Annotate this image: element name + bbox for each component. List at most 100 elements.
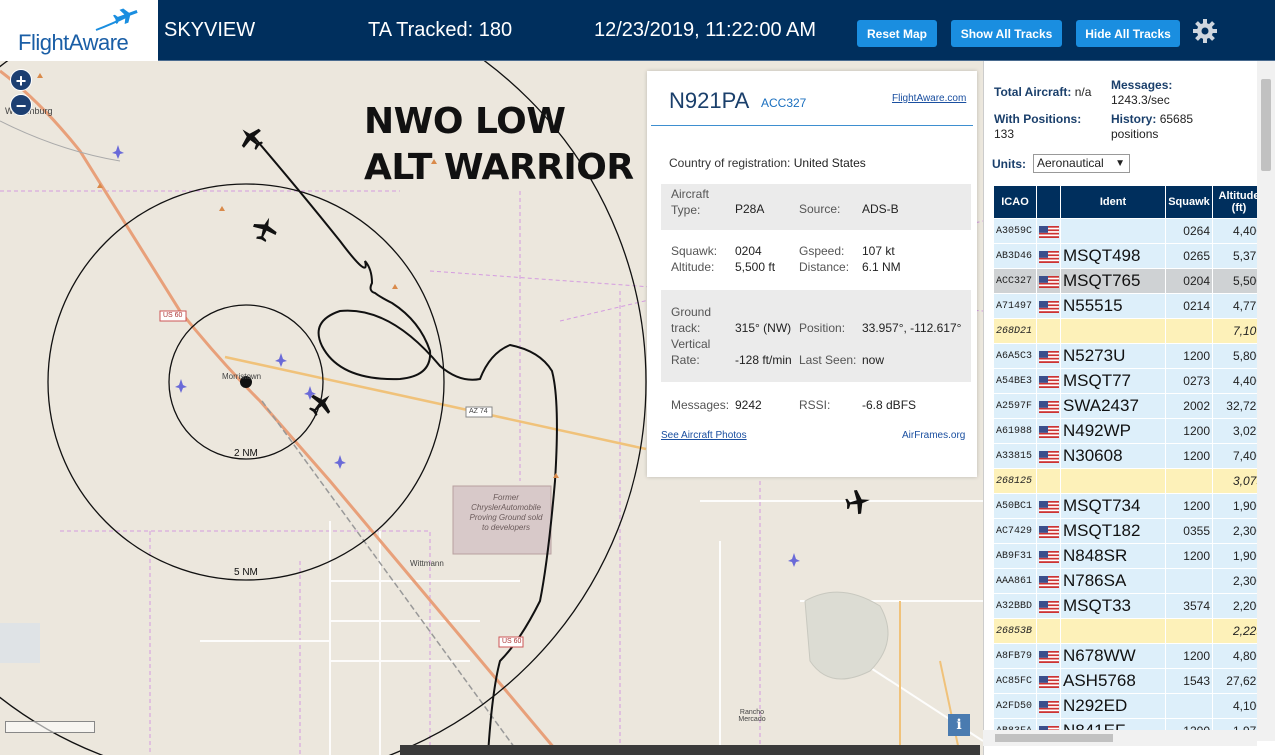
squawk-label: Squawk:: [671, 244, 718, 258]
reset-map-button[interactable]: Reset Map: [857, 20, 937, 47]
table-row[interactable]: A50BC1 MSQT734 1200 1,900: [994, 494, 1261, 518]
flag-cell: [1037, 494, 1060, 518]
table-row[interactable]: A33815 N30608 1200 7,400: [994, 444, 1261, 468]
messages-label: Messages:: [671, 398, 730, 412]
icao-cell: A6A5C3: [994, 344, 1036, 368]
last-seen-label: Last Seen:: [799, 353, 857, 367]
icao-cell: AB9F31: [994, 544, 1036, 568]
table-row[interactable]: A6A5C3 N5273U 1200 5,800: [994, 344, 1261, 368]
scrollbar-thumb[interactable]: [1261, 79, 1271, 171]
hide-all-tracks-button[interactable]: Hide All Tracks: [1076, 20, 1180, 47]
squawk-cell: [1166, 469, 1212, 493]
ident-cell: N5273U: [1061, 344, 1165, 368]
map-info-button[interactable]: i: [948, 714, 970, 736]
table-row[interactable]: AAA861 N786SA 2,300: [994, 569, 1261, 593]
aircraft-photos-link[interactable]: See Aircraft Photos: [661, 430, 747, 441]
table-row[interactable]: ACC327 MSQT765 0204 5,500: [994, 269, 1261, 293]
vertical-rate-label: Vertical Rate:: [671, 337, 711, 367]
icao-cell: A32BBD: [994, 594, 1036, 618]
ident-cell: N841EF: [1061, 719, 1165, 730]
vertical-rate-value: -128 ft/min: [735, 353, 792, 367]
icao-cell: A2FD50: [994, 694, 1036, 718]
table-row[interactable]: 268D21 7,100: [994, 319, 1261, 343]
ta-tracked-count: TA Tracked: 180: [368, 19, 513, 41]
column-header-icao[interactable]: ICAO: [994, 186, 1036, 218]
altitude-cell: 32,725: [1213, 394, 1261, 418]
table-row[interactable]: AB3D46 MSQT498 0265 5,375: [994, 244, 1261, 268]
table-row[interactable]: A2597F SWA2437 2002 32,725: [994, 394, 1261, 418]
flag-cell: [1037, 244, 1060, 268]
table-row[interactable]: 26853B 2,225: [994, 619, 1261, 643]
gear-icon[interactable]: [1192, 18, 1218, 44]
app-brand: SKYVIEW: [164, 19, 256, 41]
table-row[interactable]: AB9F31 N848SR 1200 1,900: [994, 544, 1261, 568]
popup-divider: [651, 125, 973, 126]
altitude-cell: 7,400: [1213, 444, 1261, 468]
flag-cell: [1037, 344, 1060, 368]
table-row[interactable]: AC85FC ASH5768 1543 27,625: [994, 669, 1261, 693]
table-row[interactable]: 268125 3,075: [994, 469, 1261, 493]
altitude-cell: 5,375: [1213, 244, 1261, 268]
flightaware-logo[interactable]: FlightAware: [0, 0, 158, 61]
squawk-cell: 1200: [1166, 419, 1212, 443]
us-flag-icon: [1039, 299, 1059, 313]
range-label-2nm: 2 NM: [234, 448, 258, 459]
squawk-cell: 1200: [1166, 494, 1212, 518]
horizontal-scrollbar[interactable]: [983, 730, 1257, 746]
airframes-link[interactable]: AirFrames.org: [902, 430, 965, 441]
table-row[interactable]: A54BE3 MSQT77 0273 4,400: [994, 369, 1261, 393]
aircraft-icon[interactable]: [250, 214, 281, 245]
us-flag-icon: [1039, 549, 1059, 563]
rssi-value: -6.8 dBFS: [862, 398, 917, 412]
table-row[interactable]: A32BBD MSQT33 3574 2,200: [994, 594, 1261, 618]
aircraft-list-panel: Total Aircraft: n/a Messages: 1243.3/sec…: [983, 61, 1275, 755]
column-header-altitude[interactable]: Altitude (ft): [1213, 186, 1261, 218]
aircraft-type-value: P28A: [735, 202, 765, 216]
top-header: FlightAware SKYVIEW TA Tracked: 180 12/2…: [0, 0, 1275, 61]
column-header-squawk[interactable]: Squawk: [1166, 186, 1212, 218]
icao-cell: A3059C: [994, 219, 1036, 243]
table-header-row: ICAO Ident Squawk Altitude (ft): [994, 186, 1261, 218]
table-row[interactable]: A71497 N55515 0214 4,775: [994, 294, 1261, 318]
distance-label: Distance:: [799, 260, 850, 274]
table-row[interactable]: A61988 N492WP 1200 3,025: [994, 419, 1261, 443]
aircraft-table-wrapper[interactable]: ICAO Ident Squawk Altitude (ft) A3059C 02…: [993, 185, 1261, 730]
position-value: 33.957°, -112.617°: [862, 321, 962, 335]
icao-cell: A61988: [994, 419, 1036, 443]
column-header-flag[interactable]: [1037, 186, 1060, 218]
table-row[interactable]: AC7429 MSQT182 0355 2,300: [994, 519, 1261, 543]
table-row[interactable]: AB83FA N841EF12001,975: [994, 719, 1261, 730]
us-flag-icon: [1039, 599, 1059, 613]
flag-cell: [1037, 519, 1060, 543]
table-row[interactable]: A8FB79 N678WW 1200 4,800: [994, 644, 1261, 668]
skyview-app: FlightAware SKYVIEW TA Tracked: 180 12/2…: [0, 0, 1275, 755]
flightaware-link[interactable]: FlightAware.com: [892, 93, 966, 104]
total-aircraft-label: Total Aircraft:: [994, 85, 1072, 99]
units-selected-value: Aeronautical: [1037, 156, 1104, 170]
us-flag-icon: [1039, 649, 1059, 663]
icao-cell: A50BC1: [994, 494, 1036, 518]
table-row[interactable]: A3059C 0264 4,400: [994, 219, 1261, 243]
us-flag-icon: [1039, 374, 1059, 388]
altitude-cell: 4,775: [1213, 294, 1261, 318]
flag-cell: [1037, 269, 1060, 293]
scrollbar-thumb[interactable]: [995, 734, 1113, 742]
zoom-in-button[interactable]: +: [10, 69, 32, 91]
messages-value: 9242: [735, 398, 762, 412]
aircraft-callsign[interactable]: ACC327: [761, 96, 806, 110]
place-label-wittmann: Wittmann: [410, 559, 444, 568]
zoom-out-button[interactable]: −: [10, 94, 32, 116]
us-flag-icon: [1039, 399, 1059, 413]
show-all-tracks-button[interactable]: Show All Tracks: [951, 20, 1062, 47]
column-header-ident[interactable]: Ident: [1061, 186, 1165, 218]
icao-cell: A71497: [994, 294, 1036, 318]
selected-aircraft-icon[interactable]: [234, 121, 268, 155]
table-row[interactable]: A2FD50 N292ED 4,100: [994, 694, 1261, 718]
units-select[interactable]: Aeronautical ▼: [1033, 154, 1130, 173]
squawk-block: Squawk: 0204 Gspeed: 107 kt Altitude: 5,…: [661, 238, 971, 286]
vertical-scrollbar[interactable]: [1257, 61, 1275, 741]
road-label-us60: US 60: [163, 312, 183, 319]
altitude-cell: 2,300: [1213, 569, 1261, 593]
us-flag-icon: [1039, 274, 1059, 288]
icao-cell: AB83FA: [994, 719, 1036, 730]
